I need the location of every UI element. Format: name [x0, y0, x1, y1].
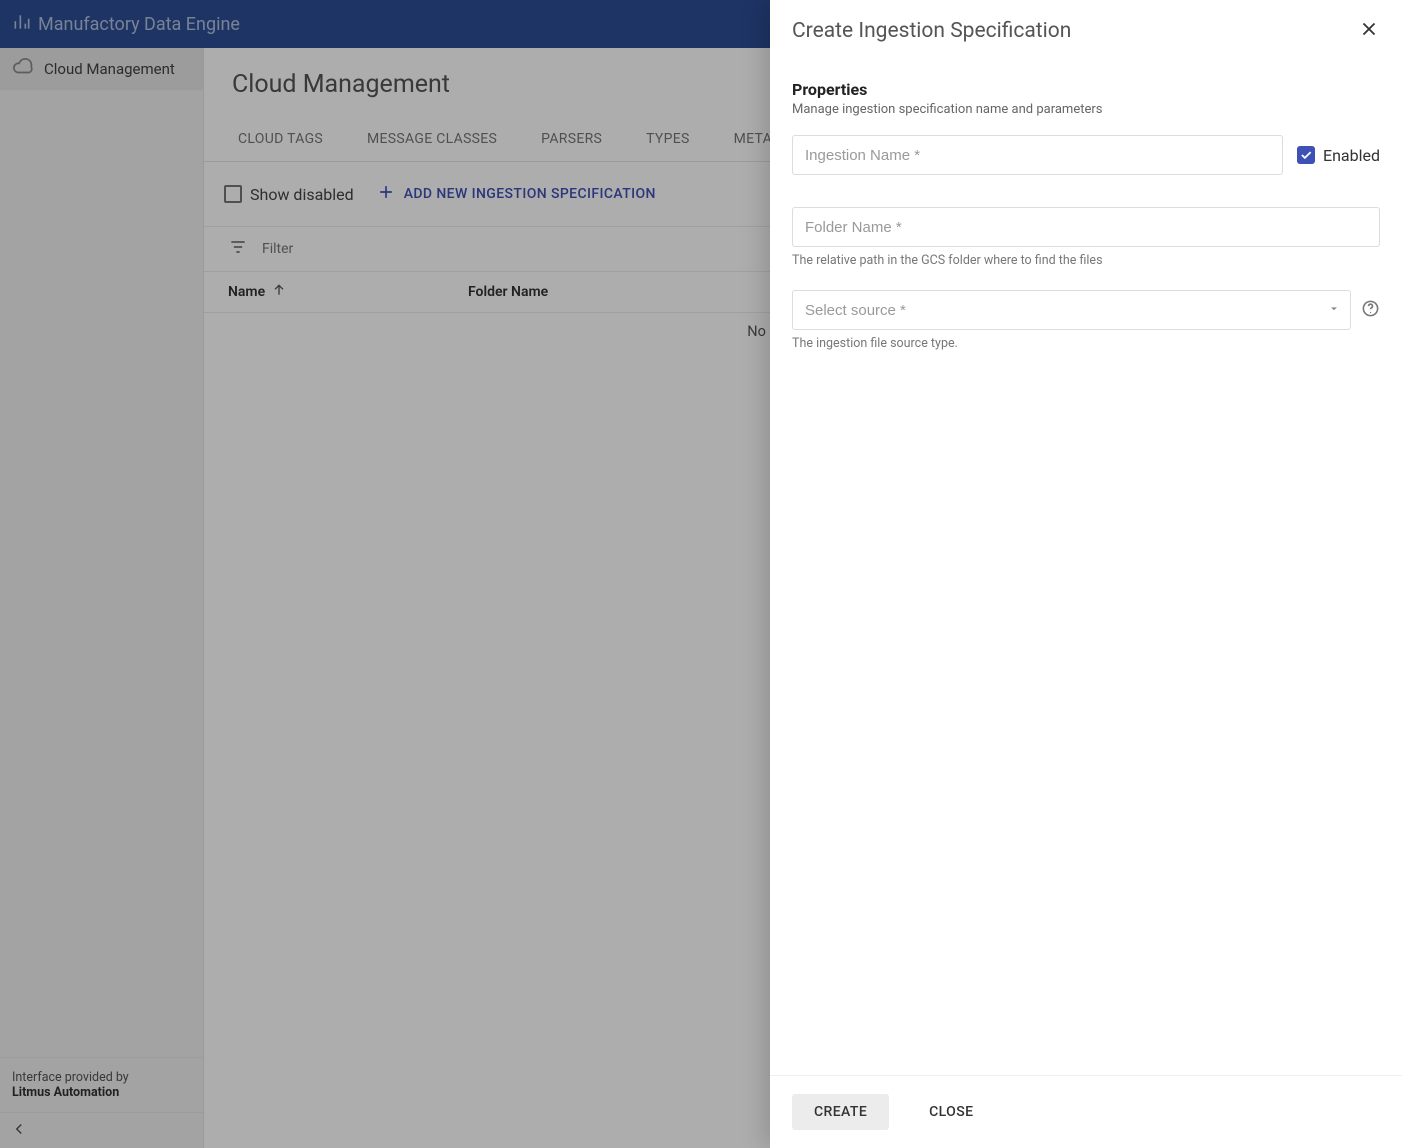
folder-name-input[interactable]: [792, 207, 1380, 247]
source-select[interactable]: [792, 290, 1351, 330]
drawer-title: Create Ingestion Specification: [792, 19, 1071, 43]
caret-down-icon: [1327, 301, 1341, 320]
close-icon: [1358, 25, 1380, 44]
create-button[interactable]: CREATE: [792, 1094, 889, 1130]
folder-helper-text: The relative path in the GCS folder wher…: [792, 253, 1380, 268]
drawer-header: Create Ingestion Specification: [770, 0, 1402, 50]
ingestion-name-input[interactable]: [792, 135, 1283, 175]
drawer-body: Properties Manage ingestion specificatio…: [770, 50, 1402, 1075]
modal-scrim[interactable]: [0, 0, 770, 1148]
create-ingestion-drawer: Create Ingestion Specification Propertie…: [770, 0, 1402, 1148]
source-select-input[interactable]: [792, 290, 1351, 330]
enabled-label: Enabled: [1323, 146, 1380, 165]
help-icon[interactable]: [1361, 299, 1380, 322]
section-desc: Manage ingestion specification name and …: [792, 102, 1380, 117]
checkbox-checked-icon: [1297, 146, 1315, 164]
section-title: Properties: [792, 80, 1380, 99]
enabled-checkbox[interactable]: Enabled: [1297, 146, 1380, 165]
source-helper-text: The ingestion file source type.: [792, 336, 1380, 351]
drawer-footer: CREATE CLOSE: [770, 1075, 1402, 1148]
close-button[interactable]: [1358, 18, 1380, 44]
close-drawer-button[interactable]: CLOSE: [907, 1094, 995, 1130]
